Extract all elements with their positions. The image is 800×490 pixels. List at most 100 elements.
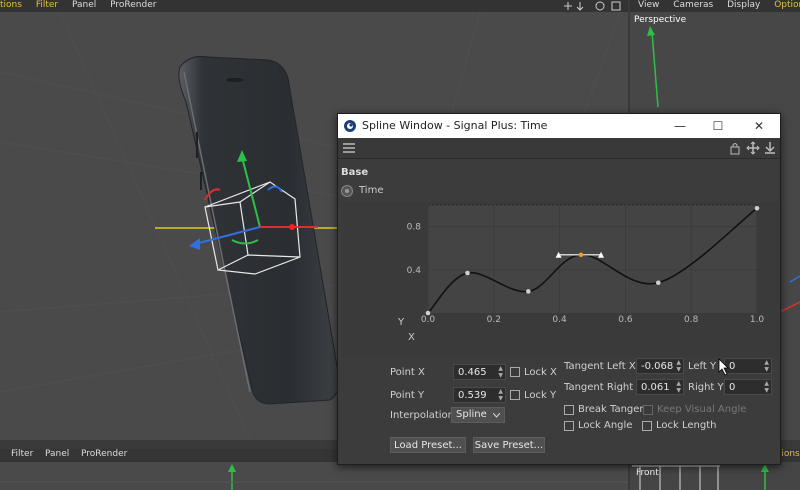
x-axis-ticks: 0.0 0.2 0.4 0.6 0.8 1.0 [421, 315, 765, 325]
spline-chart[interactable]: 0.4 0.8 0.0 0.2 0.4 0.6 0.8 1.0 Y X [341, 202, 779, 357]
point-x-value: 0.465 [458, 367, 487, 378]
y-axis-label: Y [397, 317, 405, 328]
menu-item-options-right[interactable]: Options [774, 0, 800, 10]
tangent-right-x-field[interactable]: 0.061 ▲ ▼ [636, 379, 684, 395]
lock-icon[interactable] [729, 141, 741, 155]
top-menubar: tions Filter Panel ProRender [0, 0, 628, 12]
spline-point[interactable] [425, 310, 431, 316]
bottom-viewport-scene [0, 464, 628, 490]
right-y-spinner[interactable]: ▲ ▼ [764, 380, 769, 394]
bottom-viewport[interactable] [0, 462, 628, 490]
right-y-field[interactable]: 0 ▲ ▼ [724, 379, 772, 395]
load-preset-button[interactable]: Load Preset... [390, 437, 466, 453]
lock-angle-label: Lock Angle [578, 420, 633, 431]
spline-point[interactable] [754, 205, 760, 211]
lock-x-checkbox[interactable] [510, 367, 520, 377]
tangent-left-x-field[interactable]: -0.068 ▲ ▼ [636, 358, 684, 374]
lock-angle-checkbox[interactable] [564, 421, 574, 431]
front-viewport-label: Front [636, 468, 659, 478]
menu-item-panel-bottom[interactable]: Panel [45, 449, 69, 460]
menu-item-view[interactable]: View [638, 0, 659, 10]
interpolation-label: Interpolation [390, 410, 454, 421]
plot-background [428, 205, 757, 313]
time-radio[interactable] [341, 185, 353, 197]
lock-length-checkbox[interactable] [642, 421, 652, 431]
spline-point[interactable] [526, 289, 531, 294]
menu-item-panel[interactable]: Panel [72, 0, 96, 10]
spline-point[interactable] [465, 270, 470, 276]
zoom-icon[interactable] [764, 141, 776, 155]
interpolation-dropdown[interactable]: Spline [451, 407, 505, 423]
left-y-label: Left Y [688, 361, 717, 372]
x-tick-label: 0.8 [684, 315, 699, 325]
y-tick-label: 0.4 [407, 266, 422, 276]
break-tangent-label: Break Tangent [578, 404, 650, 415]
minimize-button[interactable]: — [669, 117, 691, 135]
spline-window[interactable]: Spline Window - Signal Plus: Time — ☐ ✕ … [337, 113, 781, 465]
spline-point[interactable] [656, 280, 661, 286]
x-tick-label: 0.0 [421, 315, 436, 325]
save-preset-button[interactable]: Save Preset... [473, 437, 545, 453]
window-titlebar[interactable]: Spline Window - Signal Plus: Time — ☐ ✕ [338, 114, 780, 138]
menu-item-filter-bottom[interactable]: Filter [11, 449, 33, 460]
cinema4d-logo-icon [344, 120, 356, 132]
right-y-value: 0 [729, 382, 736, 393]
right-y-label: Right Y [688, 382, 724, 393]
spline-point-selected[interactable] [578, 252, 584, 258]
tangent-left-x-spinner[interactable]: ▲ ▼ [676, 359, 681, 373]
time-label: Time [359, 185, 384, 196]
y-tick-label: 0.8 [407, 223, 422, 233]
x-tick-label: 0.6 [618, 315, 633, 325]
tangent-left-x-value: -0.068 [641, 361, 674, 372]
hamburger-menu-icon[interactable] [343, 143, 355, 153]
break-tangent-checkbox[interactable] [564, 405, 574, 415]
window-title: Spline Window - Signal Plus: Time [362, 119, 548, 132]
rotate-view-icon [595, 1, 605, 11]
front-viewport[interactable]: Front [630, 462, 800, 490]
x-axis-label: X [408, 332, 415, 343]
menu-item-prorender-bottom[interactable]: ProRender [81, 449, 127, 460]
mouse-cursor-icon [718, 358, 729, 376]
point-y-field[interactable]: 0.539 ▲ ▼ [453, 387, 506, 403]
x-tick-label: 0.4 [552, 315, 567, 325]
menu-item-cameras[interactable]: Cameras [673, 0, 713, 10]
menu-item-prorender[interactable]: ProRender [110, 0, 156, 10]
menu-item-options[interactable]: tions [0, 0, 22, 10]
viewport-nav-icons[interactable] [560, 0, 628, 12]
keep-visual-angle-checkbox[interactable] [643, 405, 653, 415]
right-menubar: View Cameras Display Options [630, 0, 800, 12]
menu-item-display[interactable]: Display [727, 0, 760, 10]
point-y-label: Point Y [390, 390, 425, 401]
spline-graph[interactable]: 0.4 0.8 0.0 0.2 0.4 0.6 0.8 1.0 Y X [341, 202, 779, 357]
maximize-view-icon [611, 1, 621, 11]
maximize-button[interactable]: ☐ [707, 117, 729, 135]
point-x-spinner[interactable]: ▲ ▼ [498, 365, 503, 379]
point-y-spinner[interactable]: ▲ ▼ [498, 388, 503, 402]
zoom-view-icon [576, 2, 584, 11]
point-y-value: 0.539 [458, 390, 487, 401]
phone-model[interactable] [178, 56, 340, 405]
lock-y-label: Lock Y [524, 390, 557, 401]
section-title: Base [341, 167, 369, 178]
lock-x-label: Lock X [524, 367, 557, 378]
tangent-right-x-value: 0.061 [641, 382, 670, 393]
point-x-label: Point X [390, 367, 425, 378]
window-toolbar [338, 138, 780, 159]
move-icon[interactable] [746, 141, 760, 155]
keep-visual-angle-label: Keep Visual Angle [657, 404, 747, 415]
lock-y-checkbox[interactable] [510, 390, 520, 400]
close-button[interactable]: ✕ [748, 117, 770, 135]
left-y-spinner[interactable]: ▲ ▼ [764, 359, 769, 373]
tangent-right-x-spinner[interactable]: ▲ ▼ [676, 380, 681, 394]
move-view-icon [564, 2, 572, 10]
interpolation-value: Spline [456, 409, 487, 420]
menu-item-filter[interactable]: Filter [36, 0, 58, 10]
x-tick-label: 1.0 [750, 315, 765, 325]
y-axis-ticks: 0.4 0.8 [407, 223, 422, 276]
x-tick-label: 0.2 [487, 315, 501, 325]
left-y-field[interactable]: 0 ▲ ▼ [724, 358, 772, 374]
chevron-down-icon [493, 413, 500, 418]
point-x-field[interactable]: 0.465 ▲ ▼ [453, 364, 506, 380]
tangent-right-x-label: Tangent Right X [564, 382, 644, 393]
tangent-left-x-label: Tangent Left X [564, 361, 636, 372]
